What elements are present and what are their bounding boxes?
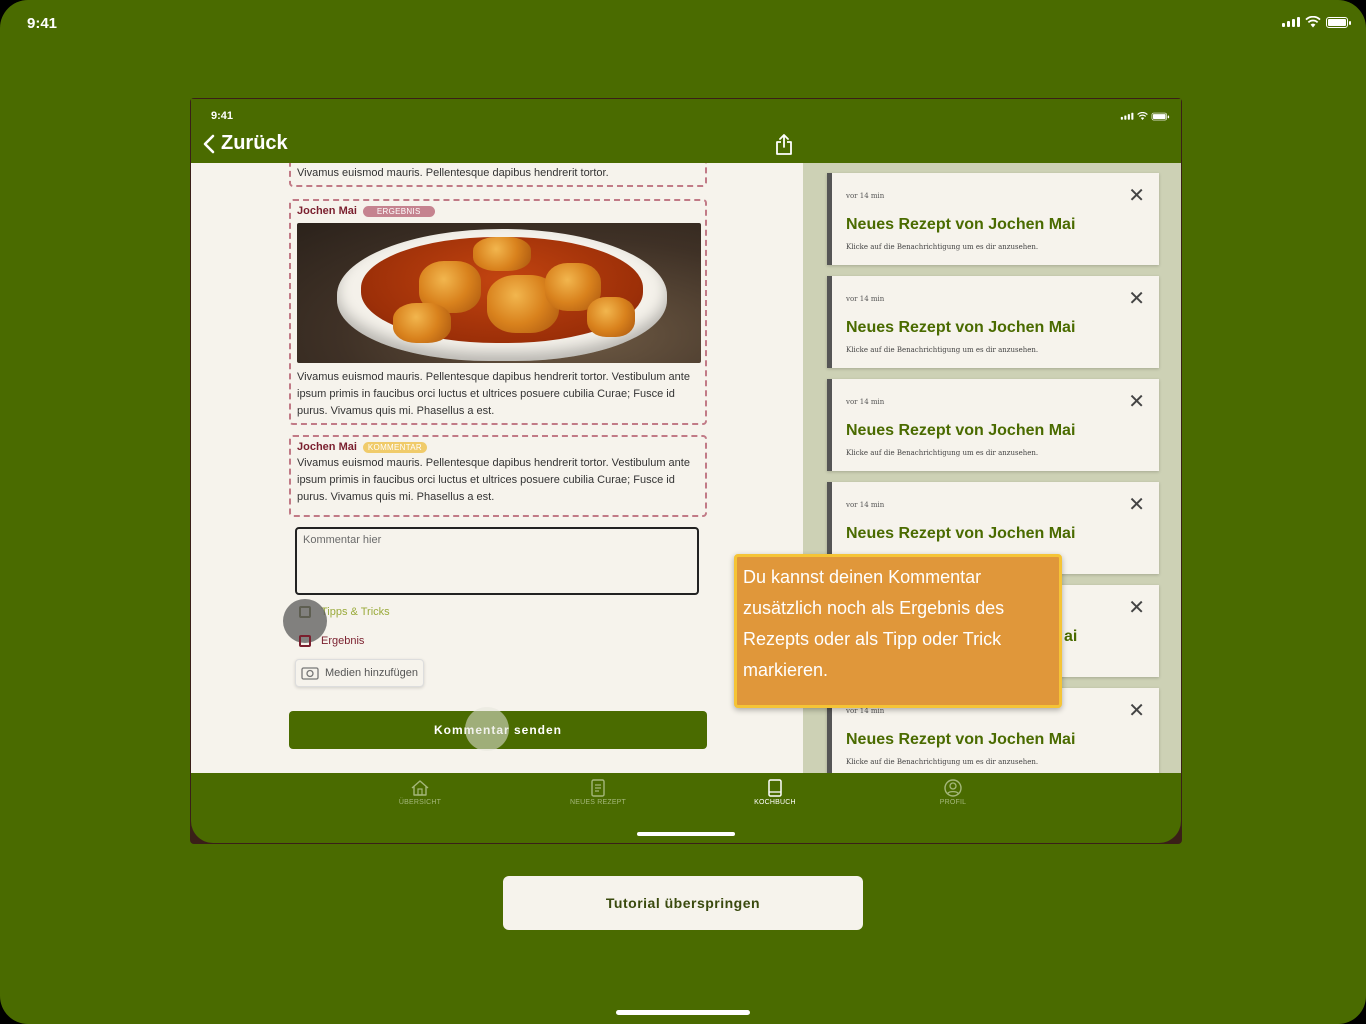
ergebnis-badge: ERGEBNIS	[362, 205, 435, 217]
comment-text: Vivamus euismod mauris. Pellentesque dap…	[297, 167, 609, 179]
home-icon	[411, 780, 429, 796]
camera-icon	[301, 667, 319, 680]
notification-time: vor 14 min	[846, 398, 885, 406]
notification-card[interactable]: vor 14 min Neues Rezept von Jochen Mai K…	[827, 379, 1159, 471]
notification-subtitle: Klicke auf die Benachrichtigung um es di…	[846, 758, 1039, 766]
app-preview: 9:41 Zurück Vivamus euismod mauris. Pell…	[190, 98, 1182, 844]
status-bar: 9:41	[0, 0, 1366, 44]
ergebnis-label: Ergebnis	[321, 635, 365, 647]
close-icon[interactable]: ✕	[1128, 286, 1145, 311]
close-icon[interactable]: ✕	[1128, 698, 1145, 723]
notification-time: vor 14 min	[846, 192, 885, 200]
card-header: Jochen Mai KOMMENTAR	[291, 437, 705, 455]
inner-home-indicator	[637, 832, 735, 836]
status-time: 9:41	[27, 15, 58, 32]
tab-label: NEUES REZEPT	[569, 799, 627, 806]
tab-label: KOCHBUCH	[754, 799, 796, 806]
notification-card[interactable]: vor 14 min Neues Rezept von Jochen Mai K…	[827, 276, 1159, 368]
kommentar-badge: KOMMENTAR	[362, 441, 428, 453]
inner-status-time: 9:41	[211, 110, 234, 122]
close-icon[interactable]: ✕	[1128, 492, 1145, 517]
notification-title: Neues Rezept von Jochen Mai	[846, 731, 1076, 748]
tips-label: Tipps & Tricks	[321, 606, 390, 618]
skip-tutorial-button[interactable]: Tutorial überspringen	[503, 876, 863, 930]
comment-input[interactable]: Kommentar hier	[295, 527, 699, 595]
wifi-icon	[1305, 16, 1321, 28]
ergebnis-checkbox[interactable]: Ergebnis	[299, 635, 364, 647]
result-card: Jochen Mai ERGEBNIS Vivamus euismod maur…	[289, 199, 707, 425]
comment-placeholder: Kommentar hier	[303, 534, 382, 546]
notification-time: vor 14 min	[846, 295, 885, 303]
inner-signal-icon	[1120, 112, 1134, 120]
touch-indicator	[465, 707, 509, 751]
app-screen: 9:41 Zurück Vivamus euismod mauris. Pell…	[191, 99, 1181, 843]
inner-status-icons	[1120, 112, 1170, 121]
notification-title: Neues Rezept von Jochen Mai	[846, 525, 1076, 542]
tab-kochbuch[interactable]: KOCHBUCH	[715, 779, 835, 806]
back-label: Zurück	[221, 132, 288, 154]
notification-title: Neues Rezept von Jochen Mai	[846, 216, 1076, 233]
notification-card[interactable]: vor 14 min Neues Rezept von Jochen Mai K…	[827, 173, 1159, 265]
notification-title: ai	[1064, 628, 1078, 645]
author-name[interactable]: Jochen Mai	[297, 441, 357, 453]
notification-subtitle: Klicke auf die Benachrichtigung um es di…	[846, 449, 1039, 457]
card-header: Jochen Mai ERGEBNIS	[291, 201, 705, 219]
home-indicator	[616, 1010, 750, 1015]
close-icon[interactable]: ✕	[1128, 595, 1145, 620]
inner-wifi-icon	[1137, 112, 1148, 121]
tab-label: ÜBERSICHT	[398, 799, 442, 806]
notification-title: Neues Rezept von Jochen Mai	[846, 422, 1076, 439]
close-icon[interactable]: ✕	[1128, 183, 1145, 208]
signal-icon	[1282, 17, 1300, 27]
notification-subtitle: Klicke auf die Benachrichtigung um es di…	[846, 346, 1039, 354]
new-recipe-icon	[591, 779, 605, 797]
checkbox-icon	[299, 635, 311, 647]
back-button[interactable]: Zurück	[203, 132, 288, 155]
cookbook-icon	[768, 779, 782, 797]
skip-label: Tutorial überspringen	[605, 895, 761, 911]
notification-time: vor 14 min	[846, 707, 885, 715]
currywurst-photo	[297, 223, 701, 363]
result-text: Vivamus euismod mauris. Pellentesque dap…	[297, 371, 690, 417]
notification-title: Neues Rezept von Jochen Mai	[846, 319, 1076, 336]
tab-uebersicht[interactable]: ÜBERSICHT	[360, 779, 480, 806]
inner-battery-icon	[1151, 112, 1170, 121]
comment-text: Vivamus euismod mauris. Pellentesque dap…	[297, 457, 690, 503]
tab-profil[interactable]: PROFIL	[893, 779, 1013, 806]
add-media-button[interactable]: Medien hinzufügen	[295, 659, 424, 687]
device-frame: 9:41 9:41 Zurück Vivamus euismod mauris.…	[0, 0, 1366, 1024]
chevron-left-icon	[203, 134, 215, 153]
tab-neues-rezept[interactable]: NEUES REZEPT	[538, 779, 658, 806]
share-icon[interactable]	[775, 134, 793, 156]
tutorial-tooltip: Du kannst deinen Kommentar zusätzlich no…	[734, 554, 1062, 708]
battery-icon	[1326, 16, 1351, 28]
notification-time: vor 14 min	[846, 501, 885, 509]
close-icon[interactable]: ✕	[1128, 389, 1145, 414]
status-icons	[1282, 16, 1351, 28]
tooltip-text: Du kannst deinen Kommentar zusätzlich no…	[743, 567, 1005, 680]
comment-card-kommentar: Jochen Mai KOMMENTAR Vivamus euismod mau…	[289, 435, 707, 517]
tab-label: PROFIL	[939, 799, 967, 806]
notification-subtitle: Klicke auf die Benachrichtigung um es di…	[846, 243, 1039, 251]
profile-icon	[944, 779, 962, 797]
comment-card: Vivamus euismod mauris. Pellentesque dap…	[289, 163, 707, 187]
media-label: Medien hinzufügen	[325, 667, 418, 679]
author-name[interactable]: Jochen Mai	[297, 205, 357, 217]
